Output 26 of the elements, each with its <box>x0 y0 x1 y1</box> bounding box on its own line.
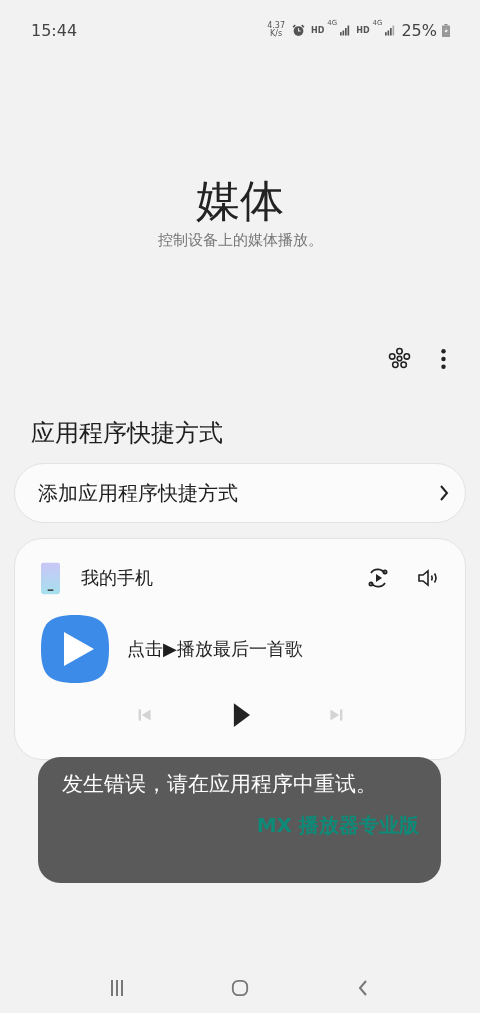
hd-label: HD <box>356 25 370 35</box>
battery-icon <box>442 23 450 37</box>
page-title: 媒体 <box>196 174 284 228</box>
add-shortcut-item[interactable]: 添加应用程序快捷方式 <box>14 463 466 523</box>
network-speed: 4.37 <box>267 22 285 30</box>
nodes-icon[interactable] <box>387 346 412 371</box>
more-options-icon[interactable] <box>441 348 446 369</box>
play-icon[interactable] <box>231 703 250 727</box>
track-prompt: 点击▶播放最后一首歌 <box>127 637 303 661</box>
signal-icon <box>385 24 396 36</box>
player-app-icon[interactable] <box>41 615 109 683</box>
alarm-icon <box>291 23 305 37</box>
cast-play-icon[interactable] <box>366 566 390 590</box>
phone-icon <box>41 561 60 595</box>
device-name: 我的手机 <box>81 566 154 590</box>
network-speed-unit: K/s <box>270 30 283 38</box>
home-icon[interactable] <box>231 979 249 997</box>
battery-percent: 25% <box>401 20 437 40</box>
toast-message: 发生错误，请在应用程序中重试。 <box>62 771 378 798</box>
toast-app-name: MX 播放器专业版 <box>256 812 419 839</box>
section-title: 应用程序快捷方式 <box>31 418 224 449</box>
chevron-right-icon <box>439 485 449 501</box>
page-subtitle: 控制设备上的媒体播放。 <box>157 231 323 250</box>
hd-label: HD <box>310 25 325 35</box>
signal-icon <box>340 24 351 36</box>
clock-time: 15:44 <box>31 20 78 40</box>
